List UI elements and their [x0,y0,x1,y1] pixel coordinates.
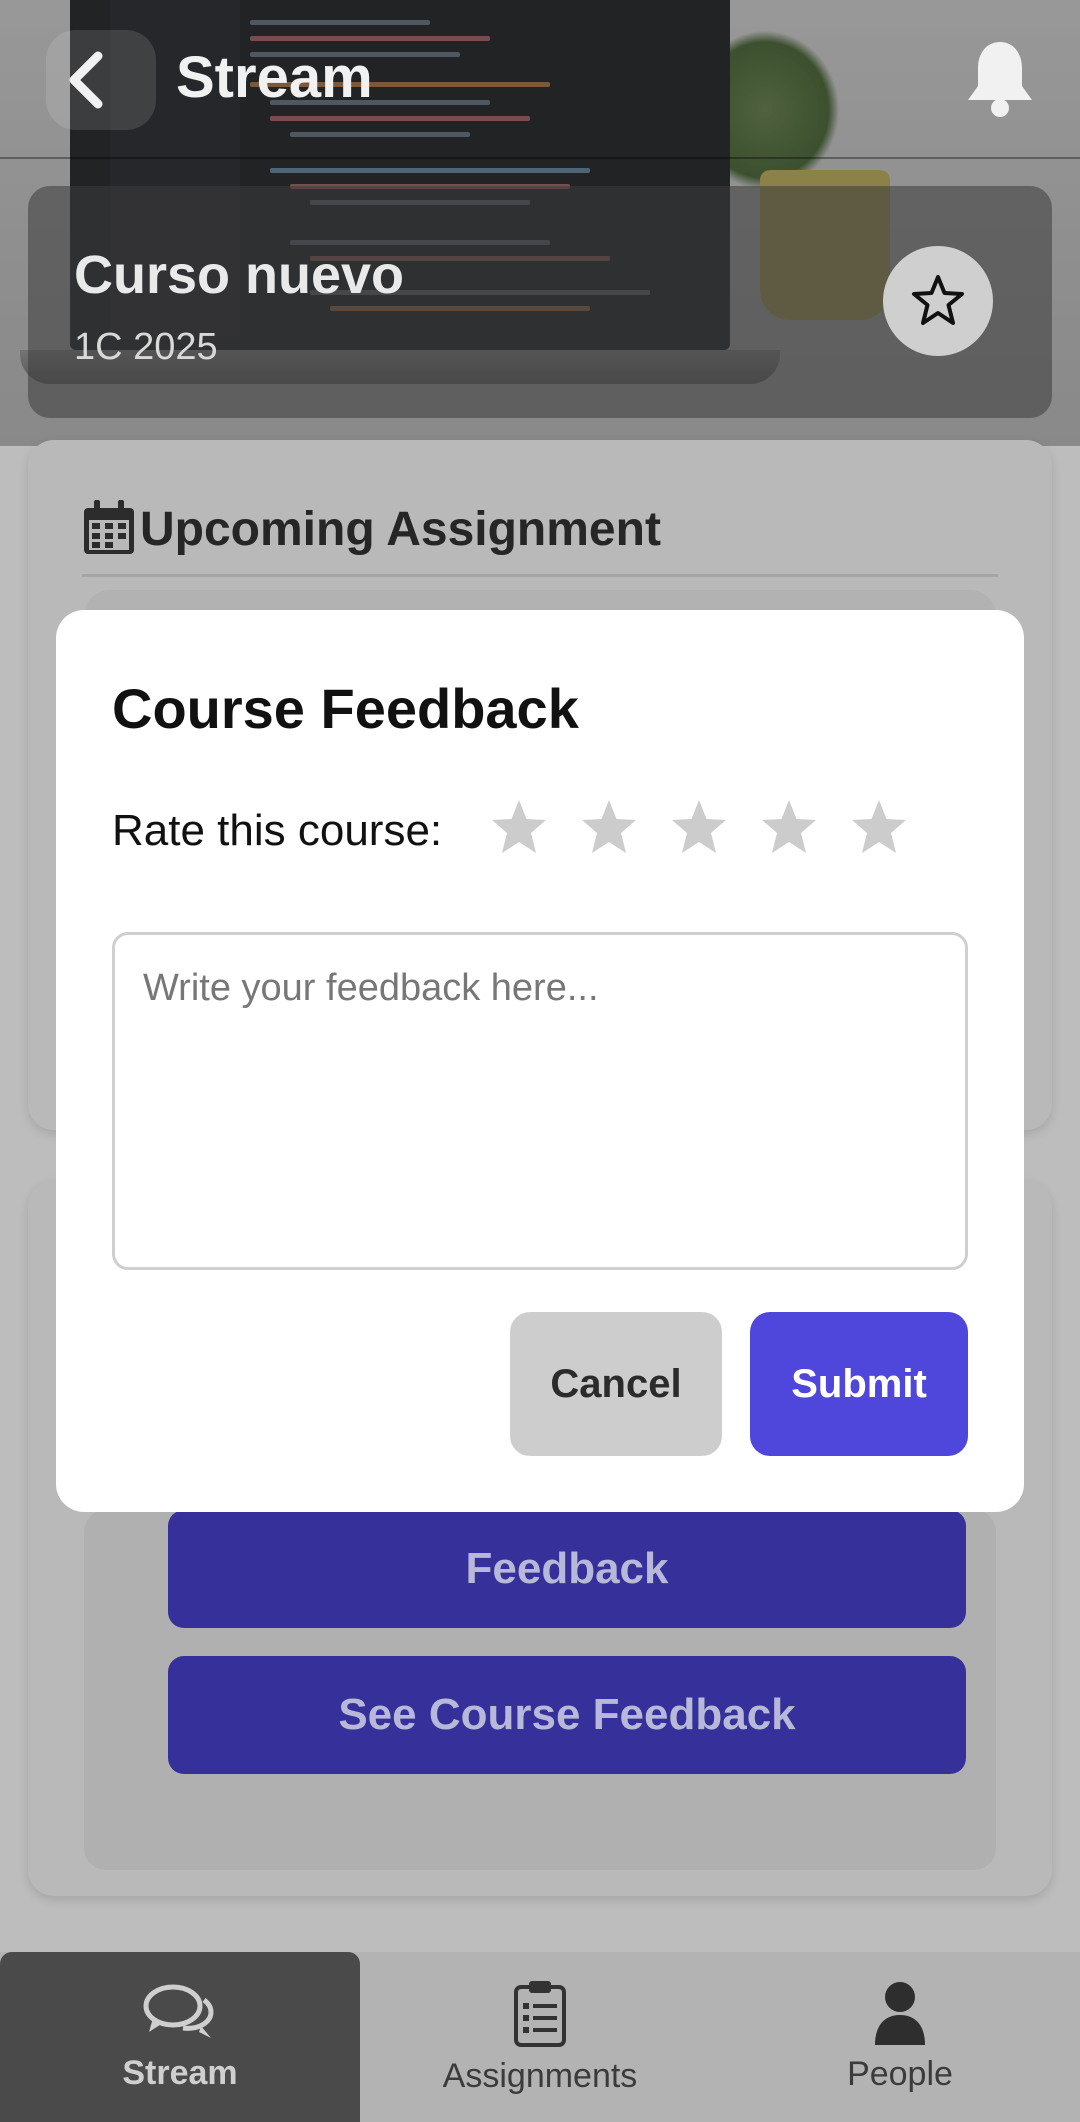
cancel-button[interactable]: Cancel [510,1312,722,1456]
modal-title: Course Feedback [112,677,579,740]
rating-star-2-icon[interactable] [578,796,640,858]
rating-star-4-icon[interactable] [758,796,820,858]
submit-button[interactable]: Submit [750,1312,968,1456]
feedback-textarea[interactable] [112,932,968,1270]
rating-star-3-icon[interactable] [668,796,730,858]
rating-star-5-icon[interactable] [848,796,910,858]
rating-stars [488,796,910,858]
rating-star-1-icon[interactable] [488,796,550,858]
rate-label: Rate this course: [112,806,443,855]
course-feedback-modal: Course Feedback Rate this course: Cancel… [56,610,1024,1512]
